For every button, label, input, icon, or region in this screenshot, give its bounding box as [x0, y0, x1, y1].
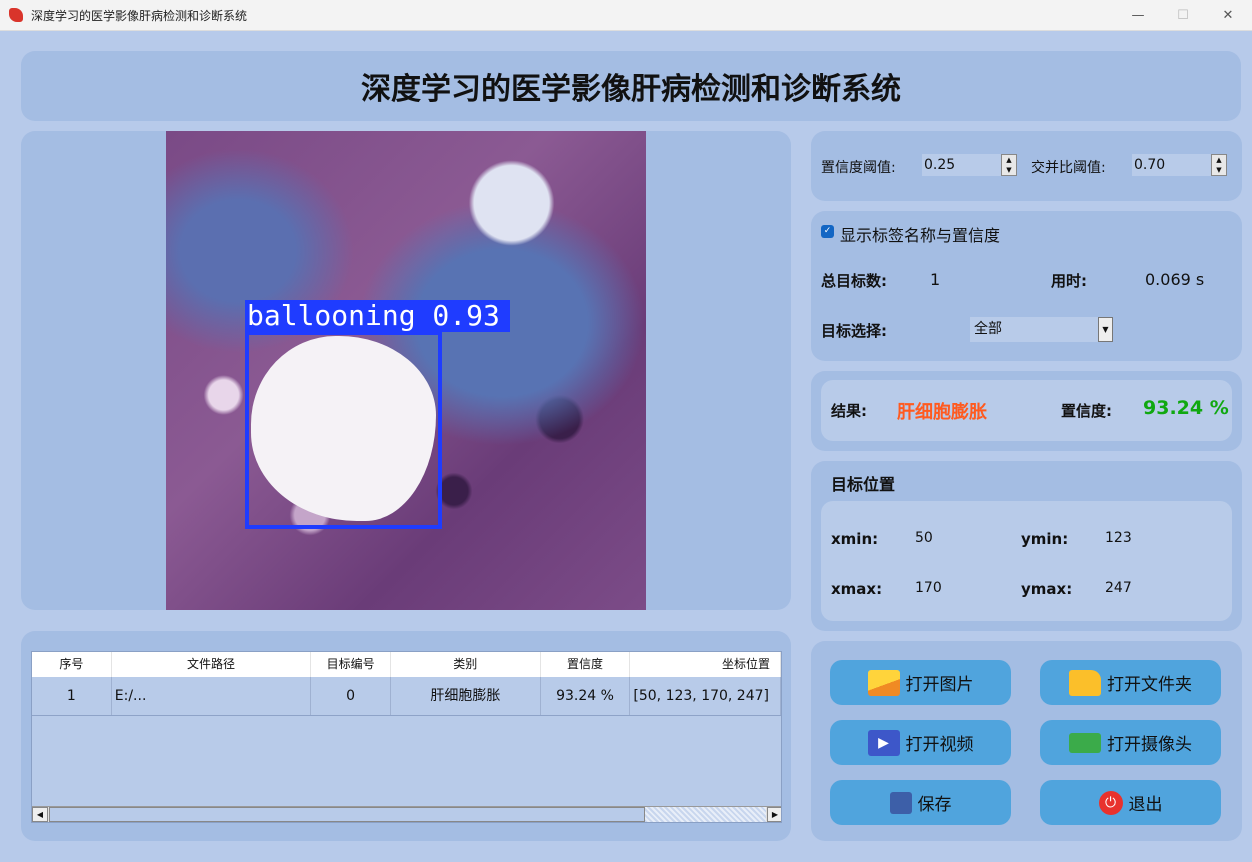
minimize-button[interactable]: — [1115, 0, 1161, 31]
open-folder-label: 打开文件夹 [1107, 675, 1192, 695]
cell: 0 [311, 677, 392, 715]
table-header: 序号 文件路径 目标编号 类别 置信度 坐标位置 [32, 652, 781, 677]
ymax-value: 247 [1105, 580, 1132, 596]
open-image-label: 打开图片 [905, 675, 974, 695]
detection-label: ballooning 0.93 [245, 300, 510, 332]
app-liver-icon [9, 8, 23, 22]
position-panel: 目标位置 xmin: 50 ymin: 123 xmax: 170 ymax: … [811, 461, 1242, 631]
conf-threshold-label: 置信度阈值: [821, 160, 896, 176]
iou-threshold-label: 交并比阈值: [1031, 160, 1106, 176]
column-header[interactable]: 类别 [391, 652, 541, 677]
maximize-button[interactable]: ☐ [1160, 0, 1206, 31]
result-panel: 结果: 肝细胞膨胀 置信度: 93.24 % [811, 371, 1242, 451]
cell: 1 [32, 677, 112, 715]
scroll-right-icon[interactable]: ▶ [767, 807, 781, 822]
iou-threshold-spinbox[interactable]: 0.70 ▲ ▼ [1132, 154, 1227, 176]
horizontal-scrollbar[interactable]: ◀ ▶ [32, 806, 781, 822]
xmin-label: xmin: [831, 530, 879, 548]
info-panel: ✓ 显示标签名称与置信度 总目标数: 1 用时: 0.069 s 目标选择: 全… [811, 211, 1242, 361]
open-image-button[interactable]: 打开图片 [830, 660, 1011, 705]
ymin-label: ymin: [1021, 530, 1069, 548]
scroll-left-icon[interactable]: ◀ [32, 807, 48, 822]
xmax-label: xmax: [831, 580, 883, 598]
conf-threshold-value: 0.25 [924, 157, 956, 173]
scroll-track[interactable] [645, 807, 766, 822]
exit-label: 退出 [1128, 795, 1163, 815]
threshold-panel: 置信度阈值: 0.25 ▲ ▼ 交并比阈值: 0.70 ▲ ▼ [811, 131, 1242, 201]
position-title: 目标位置 [831, 475, 896, 494]
result-box: 结果: 肝细胞膨胀 置信度: 93.24 % [821, 380, 1232, 441]
confidence-value: 93.24 % [1143, 397, 1229, 419]
open-camera-button[interactable]: 打开摄像头 [1040, 720, 1221, 765]
ymin-value: 123 [1105, 530, 1132, 546]
cell: [50, 123, 170, 247] [630, 677, 781, 715]
position-box: xmin: 50 ymin: 123 xmax: 170 ymax: 247 [821, 501, 1232, 621]
title-bar: 深度学习的医学影像肝病检测和诊断系统 — ☐ ✕ [0, 0, 1252, 31]
xmax-value: 170 [915, 580, 942, 596]
action-panel: 打开图片 打开文件夹 ▶ 打开视频 打开摄像头 保存 ⏻ 退出 [811, 641, 1242, 841]
ymax-label: ymax: [1021, 580, 1073, 598]
column-header[interactable]: 坐标位置 [630, 652, 781, 677]
total-targets-value: 1 [930, 270, 941, 289]
spin-arrows-icon[interactable]: ▲ ▼ [1001, 154, 1017, 176]
total-targets-label: 总目标数: [821, 272, 887, 290]
image-icon [867, 669, 900, 696]
xmin-value: 50 [915, 530, 933, 546]
cell: 肝细胞膨胀 [391, 677, 541, 715]
results-table: 序号 文件路径 目标编号 类别 置信度 坐标位置 1 E:/... 0 肝细胞膨… [31, 651, 782, 823]
time-value: 0.069 s [1145, 270, 1205, 289]
show-label-checkbox[interactable]: ✓ [821, 225, 834, 238]
column-header[interactable]: 文件路径 [112, 652, 312, 677]
result-value: 肝细胞膨胀 [897, 402, 987, 423]
iou-threshold-value: 0.70 [1134, 157, 1166, 173]
conf-threshold-spinbox[interactable]: 0.25 ▲ ▼ [922, 154, 1017, 176]
video-icon: ▶ [867, 729, 900, 756]
open-camera-label: 打开摄像头 [1107, 735, 1192, 755]
target-select-label: 目标选择: [821, 322, 887, 340]
column-header[interactable]: 置信度 [541, 652, 631, 677]
open-folder-button[interactable]: 打开文件夹 [1040, 660, 1221, 705]
window-title: 深度学习的医学影像肝病检测和诊断系统 [31, 8, 248, 23]
confidence-label: 置信度: [1061, 402, 1112, 420]
target-select-value: 全部 [974, 321, 1002, 337]
column-header[interactable]: 目标编号 [311, 652, 392, 677]
chevron-down-icon[interactable]: ▼ [1098, 317, 1113, 342]
detection-box [245, 331, 442, 529]
save-button[interactable]: 保存 [830, 780, 1011, 825]
table-row[interactable]: 1 E:/... 0 肝细胞膨胀 93.24 % [50, 123, 170, … [32, 677, 781, 716]
show-label-text: 显示标签名称与置信度 [840, 226, 1001, 245]
camera-icon [1069, 732, 1101, 753]
target-select-dropdown[interactable]: 全部 ▼ [970, 317, 1113, 342]
spin-arrows-icon[interactable]: ▲ ▼ [1211, 154, 1227, 176]
exit-button[interactable]: ⏻ 退出 [1040, 780, 1221, 825]
medical-image: ballooning 0.93 [166, 131, 646, 610]
cell: E:/... [112, 677, 312, 715]
image-display: ballooning 0.93 [21, 131, 791, 610]
result-label: 结果: [831, 402, 867, 420]
open-video-button[interactable]: ▶ 打开视频 [830, 720, 1011, 765]
column-header[interactable]: 序号 [32, 652, 112, 677]
scroll-thumb[interactable] [49, 807, 645, 822]
page-title: 深度学习的医学影像肝病检测和诊断系统 [21, 51, 1241, 121]
save-label: 保存 [917, 795, 952, 815]
close-button[interactable]: ✕ [1205, 0, 1251, 31]
save-icon [889, 791, 912, 814]
folder-icon [1069, 669, 1101, 696]
results-table-panel: 序号 文件路径 目标编号 类别 置信度 坐标位置 1 E:/... 0 肝细胞膨… [21, 631, 791, 841]
cell: 93.24 % [541, 677, 631, 715]
time-label: 用时: [1051, 272, 1087, 290]
open-video-label: 打开视频 [905, 735, 974, 755]
power-icon: ⏻ [1098, 790, 1123, 815]
